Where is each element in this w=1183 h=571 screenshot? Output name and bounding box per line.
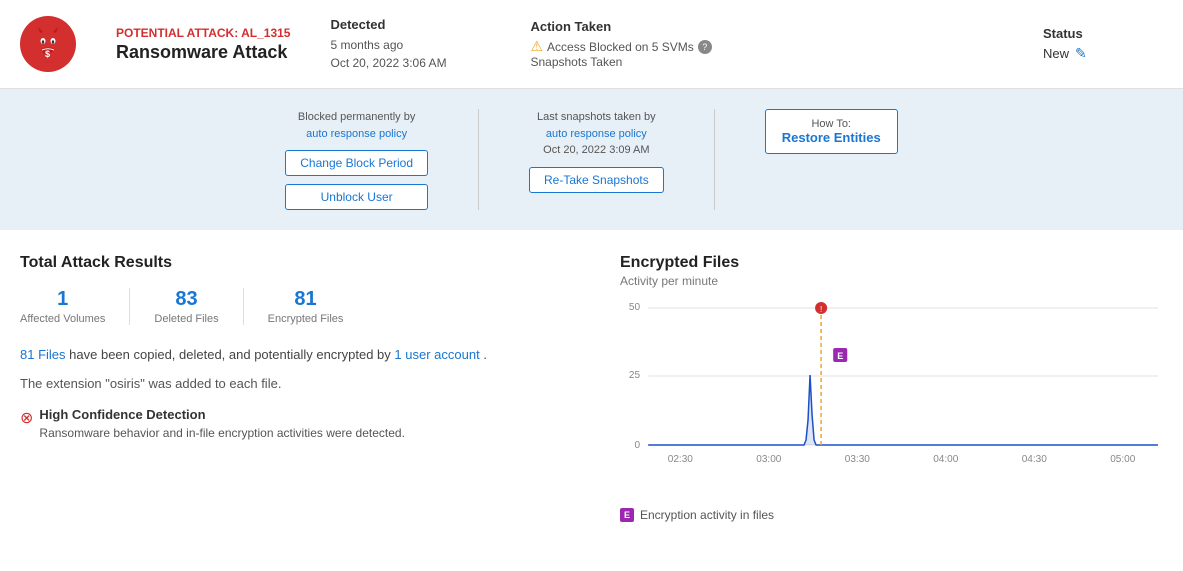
action-taken-section: Action Taken ⚠ Access Blocked on 5 SVMs … [530,19,770,69]
action-line2: Snapshots Taken [530,55,622,69]
description: 81 Files have been copied, deleted, and … [20,345,580,366]
status-value: New [1043,46,1069,61]
warning-icon: ⚠ [530,38,543,55]
auto-response-link-2[interactable]: auto response policy [546,128,647,140]
chart-subtitle: Activity per minute [620,274,1163,288]
potential-attack-label: POTENTIAL ATTACK: AL_1315 [116,26,290,40]
chart-legend: E Encryption activity in files [620,508,1163,522]
banner-divider-2 [714,109,715,210]
confidence-content: High Confidence Detection Ransomware beh… [39,407,405,442]
confidence-icon: ⊗ [20,408,33,428]
snapshot-section: Last snapshots taken by auto response po… [529,109,664,193]
blocked-section: Blocked permanently by auto response pol… [285,109,428,210]
action-taken-label: Action Taken [530,19,770,34]
chart-title: Encrypted Files [620,254,1163,272]
attack-name: Ransomware Attack [116,42,290,63]
right-panel: Encrypted Files Activity per minute 50 2… [620,254,1163,522]
encrypted-files-count: 81 [294,288,316,311]
affected-volumes-count: 1 [57,288,68,311]
left-panel: Total Attack Results 1 Affected Volumes … [20,254,580,522]
stats-row: 1 Affected Volumes 83 Deleted Files 81 E… [20,288,580,325]
svg-text:04:00: 04:00 [933,454,959,465]
detected-label: Detected [330,17,490,32]
edit-icon[interactable]: ✎ [1075,45,1087,62]
user-account-link[interactable]: 1 user account [394,347,479,362]
description-suffix: . [483,347,487,362]
confidence-section: ⊗ High Confidence Detection Ransomware b… [20,407,580,442]
svg-text:$: $ [45,49,50,59]
how-to-label: How To: [782,118,881,130]
files-link[interactable]: 81 Files [20,347,66,362]
description-middle: have been copied, deleted, and potential… [69,347,394,362]
results-title: Total Attack Results [20,254,580,272]
info-icon[interactable]: ? [698,40,712,54]
deleted-files-stat: 83 Deleted Files [130,288,243,325]
svg-text:50: 50 [629,302,641,313]
blocked-text: Blocked permanently by auto response pol… [298,109,415,142]
svg-text:0: 0 [635,440,641,451]
restore-entities-button[interactable]: Restore Entities [782,130,881,145]
unblock-user-button[interactable]: Unblock User [285,184,428,210]
change-block-period-button[interactable]: Change Block Period [285,150,428,176]
status-label: Status [1043,26,1163,41]
confidence-detail: Ransomware behavior and in-file encrypti… [39,424,405,442]
potential-attack-text: POTENTIAL ATTACK: [116,26,238,40]
status-row: New ✎ [1043,45,1163,62]
svg-text:!: ! [820,305,822,314]
detected-time: 5 months ago Oct 20, 2022 3:06 AM [330,36,490,72]
deleted-files-count: 83 [175,288,197,311]
snapshot-text: Last snapshots taken by auto response po… [537,109,656,159]
svg-text:E: E [837,351,843,361]
detected-section: Detected 5 months ago Oct 20, 2022 3:06 … [330,17,490,72]
snapshot-date: Oct 20, 2022 3:09 AM [543,144,649,156]
legend-label: Encryption activity in files [640,508,774,522]
chart-container: 50 25 0 02:30 03:00 03:30 04:00 04:30 05… [620,300,1163,500]
banner-divider-1 [478,109,479,210]
chart-svg: 50 25 0 02:30 03:00 03:30 04:00 04:30 05… [620,300,1163,500]
svg-text:02:30: 02:30 [668,454,694,465]
svg-text:05:00: 05:00 [1110,454,1136,465]
action-line1: Access Blocked on 5 SVMs [547,40,694,54]
confidence-title: High Confidence Detection [39,407,405,422]
retake-snapshots-button[interactable]: Re-Take Snapshots [529,167,664,193]
restore-section: How To: Restore Entities [765,109,898,154]
extension-note: The extension "osiris" was added to each… [20,376,580,391]
action-row-2: Snapshots Taken [530,55,770,69]
status-section: Status New ✎ [1043,26,1163,62]
snapshot-line1: Last snapshots taken by [537,111,656,123]
svg-text:25: 25 [629,370,641,381]
action-row-1: ⚠ Access Blocked on 5 SVMs ? [530,38,770,55]
attack-id: AL_1315 [241,26,290,40]
svg-text:03:00: 03:00 [756,454,782,465]
header: $ POTENTIAL ATTACK: AL_1315 Ransomware A… [0,0,1183,89]
blocked-line1: Blocked permanently by [298,111,415,123]
deleted-files-label: Deleted Files [154,313,218,325]
encrypted-files-label: Encrypted Files [268,313,344,325]
banner-buttons: Change Block Period Unblock User [285,150,428,210]
auto-response-link-1[interactable]: auto response policy [306,128,407,140]
attack-icon: $ [20,16,76,72]
affected-volumes-stat: 1 Affected Volumes [20,288,130,325]
affected-volumes-label: Affected Volumes [20,313,105,325]
banner: Blocked permanently by auto response pol… [0,89,1183,230]
encrypted-files-stat: 81 Encrypted Files [244,288,368,325]
svg-text:03:30: 03:30 [845,454,871,465]
main-content: Total Attack Results 1 Affected Volumes … [0,230,1183,546]
svg-text:04:30: 04:30 [1022,454,1048,465]
legend-e-icon: E [620,508,634,522]
attack-title: POTENTIAL ATTACK: AL_1315 Ransomware Att… [116,26,290,63]
